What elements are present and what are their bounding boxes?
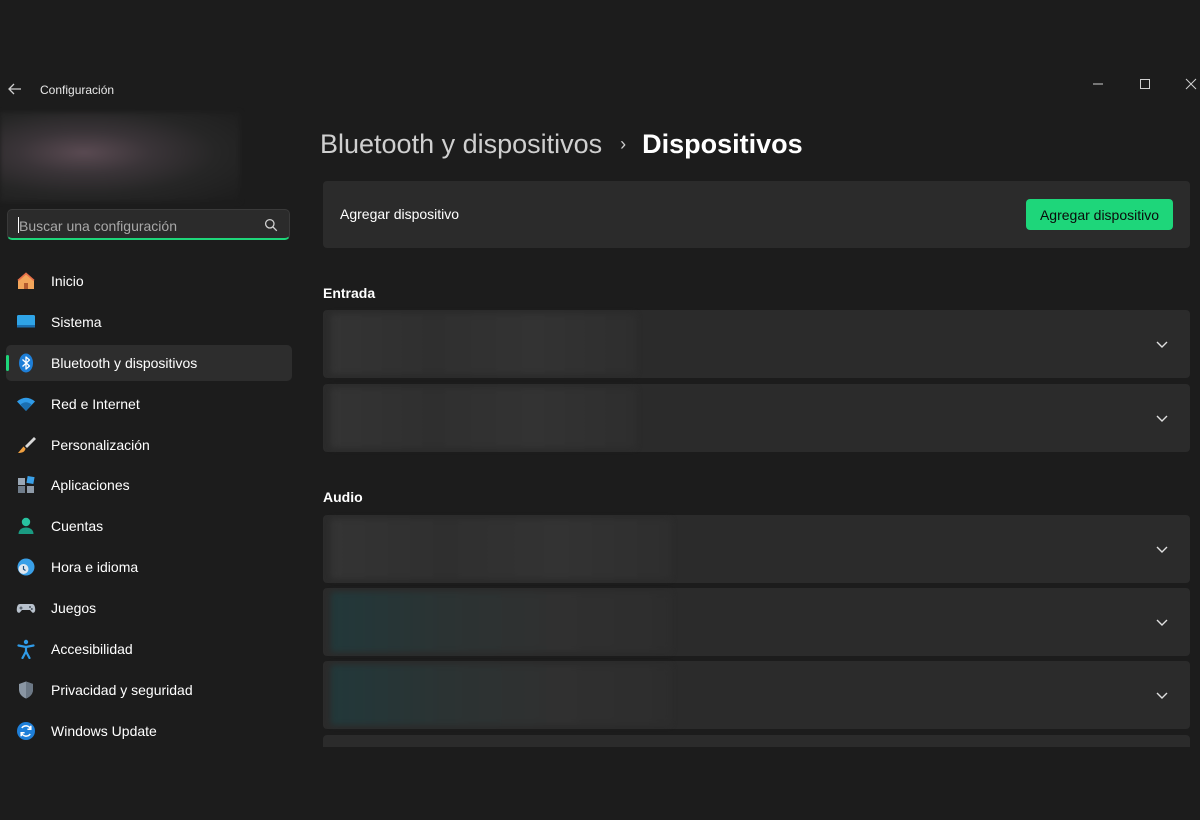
search-icon[interactable] — [264, 218, 278, 232]
arrow-left-icon — [8, 83, 21, 95]
active-indicator — [6, 354, 9, 371]
section-title-input: Entrada — [323, 285, 376, 301]
page-title: Dispositivos — [642, 128, 803, 159]
sidebar-nav: Inicio Sistema Bluetooth y dispositivos … — [6, 263, 292, 754]
bluetooth-icon — [16, 353, 36, 373]
device-info-redacted — [331, 665, 671, 725]
account-icon — [16, 516, 36, 536]
close-button[interactable] — [1176, 72, 1200, 96]
user-profile-card[interactable] — [0, 112, 240, 202]
add-device-card: Agregar dispositivo Agregar dispositivo — [323, 181, 1190, 248]
sidebar-item-label: Hora e idioma — [51, 559, 139, 576]
minimize-icon — [1093, 83, 1103, 85]
sidebar-item-label: Aplicaciones — [51, 477, 130, 494]
sidebar-item-label: Juegos — [51, 600, 97, 617]
home-icon — [16, 271, 36, 291]
device-info-redacted — [331, 388, 636, 448]
gamepad-icon — [16, 598, 36, 618]
title-bar: Configuración — [0, 70, 1200, 110]
chevron-down-icon[interactable] — [1154, 336, 1170, 352]
add-device-button[interactable]: Agregar dispositivo — [1026, 199, 1173, 230]
sidebar-item-label: Sistema — [51, 313, 102, 330]
add-device-label: Agregar dispositivo — [340, 206, 460, 222]
minimize-button[interactable] — [1083, 72, 1113, 96]
app-title: Configuración — [40, 83, 115, 97]
sidebar-item-juegos[interactable]: Juegos — [6, 590, 292, 626]
breadcrumb: Bluetooth y dispositivos › Dispositivos — [320, 124, 803, 164]
sidebar-item-accesibilidad[interactable]: Accesibilidad — [6, 631, 292, 667]
sidebar-item-label: Windows Update — [51, 722, 157, 739]
device-info-redacted — [331, 519, 671, 579]
sidebar-item-label: Personalización — [51, 436, 150, 453]
apps-icon — [16, 475, 36, 495]
back-button[interactable] — [4, 78, 26, 100]
system-icon — [16, 312, 36, 332]
maximize-icon — [1140, 79, 1150, 89]
device-info-redacted — [331, 314, 636, 374]
sidebar-item-inicio[interactable]: Inicio — [6, 263, 292, 299]
update-icon — [16, 721, 36, 741]
section-title-audio: Audio — [323, 489, 363, 505]
search-box[interactable] — [7, 209, 290, 240]
sidebar-item-label: Bluetooth y dispositivos — [51, 354, 198, 371]
accessibility-icon — [16, 639, 36, 660]
chevron-down-icon[interactable] — [1154, 541, 1170, 557]
sidebar-item-windows-update[interactable]: Windows Update — [6, 713, 292, 749]
sidebar-item-label: Accesibilidad — [51, 641, 133, 658]
maximize-button[interactable] — [1130, 72, 1160, 96]
breadcrumb-separator: › — [620, 133, 627, 154]
device-info-redacted — [331, 592, 671, 652]
time-language-icon — [16, 557, 36, 577]
device-row[interactable] — [323, 515, 1190, 583]
device-row[interactable] — [323, 588, 1190, 656]
sidebar-item-label: Inicio — [51, 273, 84, 289]
wifi-icon — [16, 394, 36, 414]
shield-icon — [16, 680, 36, 700]
chevron-down-icon[interactable] — [1154, 410, 1170, 426]
brush-icon — [16, 435, 36, 455]
chevron-down-icon[interactable] — [1154, 687, 1170, 703]
sidebar-item-aplicaciones[interactable]: Aplicaciones — [6, 467, 292, 503]
device-row[interactable] — [323, 310, 1190, 378]
breadcrumb-parent[interactable]: Bluetooth y dispositivos — [320, 129, 602, 160]
sidebar-item-bluetooth[interactable]: Bluetooth y dispositivos — [6, 344, 292, 381]
sidebar-item-red[interactable]: Red e Internet — [6, 386, 292, 422]
sidebar-item-privacidad[interactable]: Privacidad y seguridad — [6, 672, 292, 708]
sidebar-item-label: Privacidad y seguridad — [51, 681, 193, 698]
sidebar-item-hora-idioma[interactable]: Hora e idioma — [6, 549, 292, 585]
sidebar-item-label: Red e Internet — [51, 395, 140, 412]
sidebar-item-cuentas[interactable]: Cuentas — [6, 508, 292, 544]
device-row[interactable] — [323, 384, 1190, 452]
device-row-partial[interactable] — [323, 735, 1190, 747]
close-icon — [1185, 78, 1197, 90]
chevron-down-icon[interactable] — [1154, 614, 1170, 630]
sidebar-item-label: Cuentas — [51, 518, 104, 535]
device-row[interactable] — [323, 661, 1190, 729]
sidebar-item-personalizacion[interactable]: Personalización — [6, 427, 292, 463]
search-input[interactable] — [17, 215, 261, 237]
sidebar-item-sistema[interactable]: Sistema — [6, 304, 292, 340]
